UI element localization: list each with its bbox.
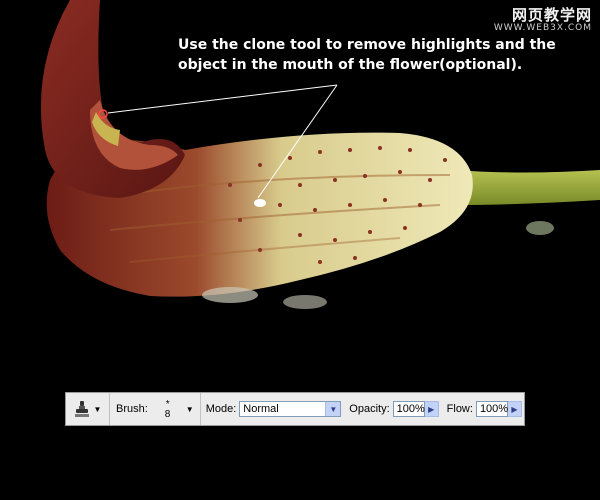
flow-label: Flow: xyxy=(446,403,473,415)
brush-dropdown-icon: ▼ xyxy=(185,404,194,414)
clone-stamp-icon xyxy=(74,401,89,417)
flow-slider-arrow-icon[interactable]: ▶ xyxy=(507,401,522,417)
highlight-spot xyxy=(254,199,266,207)
opacity-label: Opacity: xyxy=(349,403,390,415)
brush-picker[interactable]: Brush: * 8 ▼ xyxy=(110,393,201,425)
flower-hood xyxy=(40,0,185,198)
mode-select[interactable]: Normal ▼ xyxy=(239,401,342,417)
tool-preset-picker[interactable]: ▼ xyxy=(66,393,110,425)
tool-preset-dropdown-icon: ▼ xyxy=(93,404,102,414)
annotation-line-1: Use the clone tool to remove highlights … xyxy=(178,37,556,53)
watermark-site-name: 网页教学网 xyxy=(511,6,592,24)
brush-preview: * 8 xyxy=(156,395,182,423)
mode-select-value: Normal xyxy=(243,403,279,415)
clone-tool-options-bar: ▼ Brush: * 8 ▼ Mode: Normal ▼ Opacity: 1… xyxy=(65,392,525,426)
site-watermark: 网页教学网 WWW.WEB3X.COM xyxy=(494,4,592,33)
opacity-slider-arrow-icon[interactable]: ▶ xyxy=(424,401,439,417)
opacity-input[interactable]: 100% xyxy=(392,401,425,417)
flow-input[interactable]: 100% xyxy=(475,401,508,417)
brush-label: Brush: xyxy=(116,403,148,415)
annotation-line-2: object in the mouth of the flower(option… xyxy=(178,57,523,73)
flow-control: Flow: 100% ▶ xyxy=(447,401,522,417)
watermark-url: WWW.WEB3X.COM xyxy=(493,23,592,33)
mode-label: Mode: xyxy=(205,403,237,415)
opacity-control: Opacity: 100% ▶ xyxy=(349,401,439,417)
flower-stem xyxy=(455,170,600,235)
instruction-annotation: Use the clone tool to remove highlights … xyxy=(178,35,556,75)
mode-control: Mode: Normal ▼ xyxy=(201,401,342,417)
brush-size-value: 8 xyxy=(164,409,171,420)
chevron-down-icon[interactable]: ▼ xyxy=(325,402,341,416)
